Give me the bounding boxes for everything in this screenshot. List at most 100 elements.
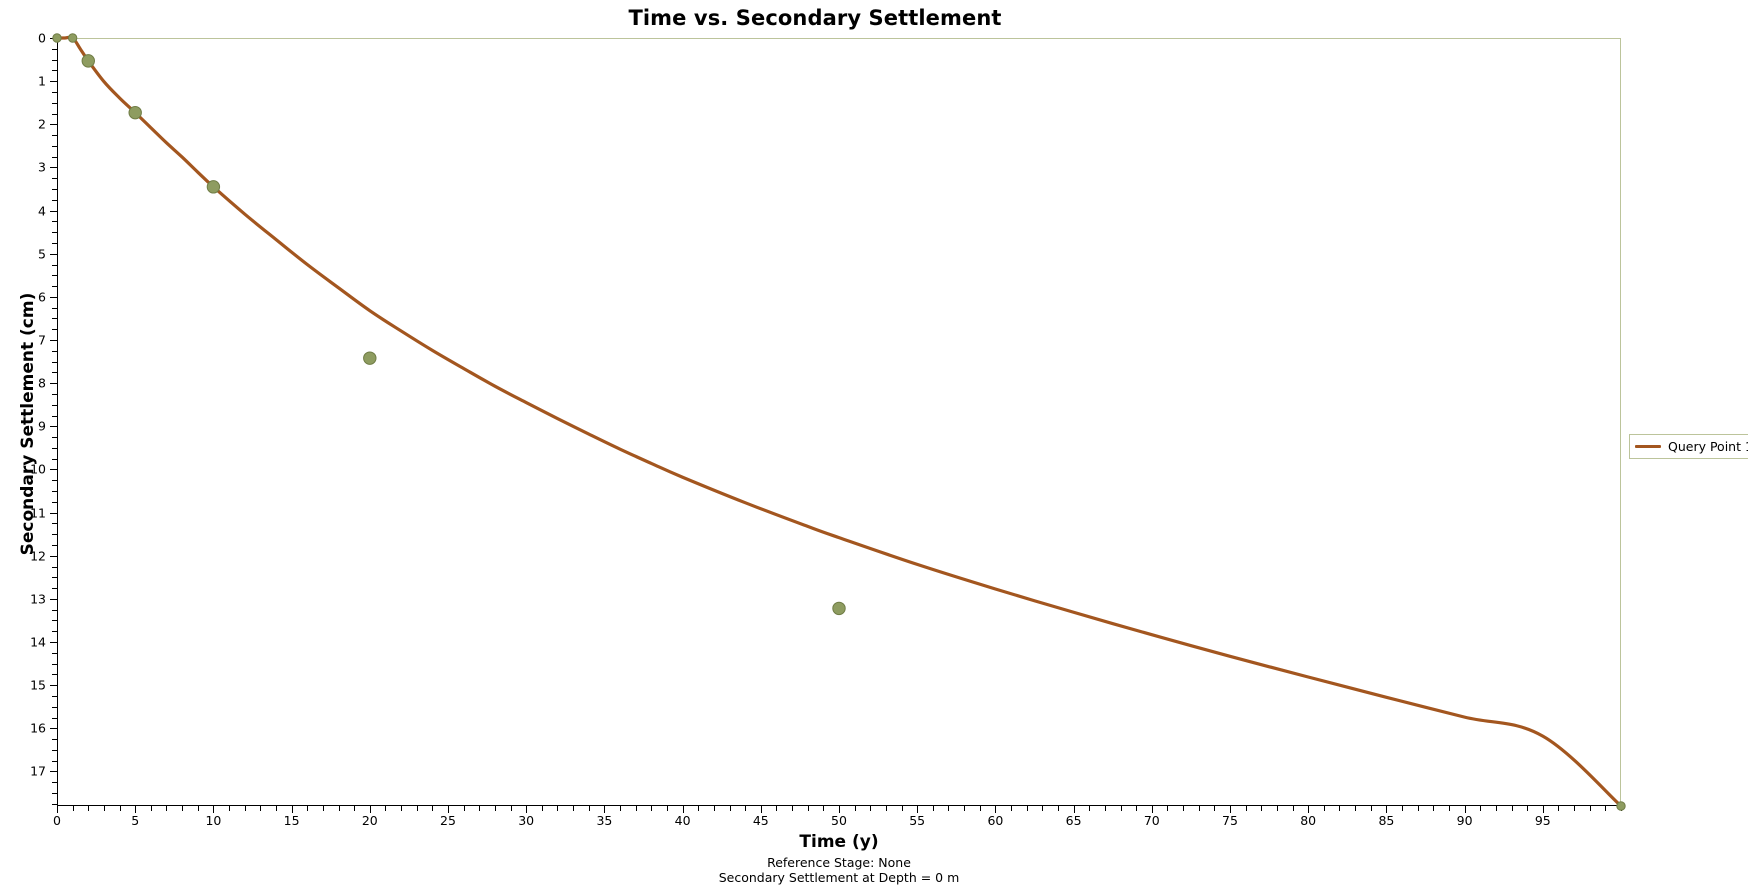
y-axis-tick (50, 771, 57, 773)
y-axis-tick (50, 340, 57, 342)
x-axis-minor-tick (1433, 806, 1435, 811)
x-axis-tick (995, 806, 997, 813)
x-axis-minor-tick (72, 806, 74, 811)
x-axis-minor-tick (1589, 806, 1591, 811)
x-axis-minor-tick (150, 806, 152, 811)
x-axis-minor-tick (823, 806, 825, 811)
x-axis-tick-label: 20 (361, 813, 378, 828)
x-axis-minor-tick (901, 806, 903, 811)
x-axis-minor-tick (1026, 806, 1028, 811)
x-axis-minor-tick (260, 806, 262, 811)
x-axis-tick (1151, 806, 1153, 813)
x-axis-minor-tick (713, 806, 715, 811)
x-axis-tick (1386, 806, 1388, 813)
x-axis-tick (1308, 806, 1310, 813)
x-axis-minor-tick (573, 806, 575, 811)
x-axis-tick-label: 15 (283, 813, 300, 828)
series-marker (1616, 801, 1626, 811)
x-axis-minor-tick (510, 806, 512, 811)
x-axis-minor-tick (1448, 806, 1450, 811)
x-axis-minor-tick (416, 806, 418, 811)
x-axis-minor-tick (666, 806, 668, 811)
y-axis-tick (50, 642, 57, 644)
x-axis-minor-tick (354, 806, 356, 811)
y-axis-tick (50, 728, 57, 730)
x-axis-tick-label: 75 (1222, 813, 1238, 828)
y-axis-title: Secondary Settlement (cm) (18, 292, 38, 556)
x-axis-tick (1542, 806, 1544, 813)
y-axis-tick (50, 426, 57, 428)
y-axis-tick-label: 0 (38, 30, 46, 46)
y-axis-tick (50, 469, 57, 471)
y-axis-tick (50, 296, 57, 298)
x-axis-minor-tick (1355, 806, 1357, 811)
x-axis-tick (135, 806, 137, 813)
x-axis-minor-tick (1042, 806, 1044, 811)
x-axis-minor-tick (103, 806, 105, 811)
x-axis-tick (839, 806, 840, 813)
x-axis-tick (369, 806, 371, 813)
x-axis-tick-label: 0 (53, 813, 61, 828)
x-axis-minor-tick (745, 806, 747, 811)
series-line-query-point-1 (55, 35, 1623, 808)
x-axis-minor-tick (307, 806, 309, 811)
x-axis-minor-tick (1417, 806, 1419, 811)
x-axis-minor-tick (1402, 806, 1404, 811)
x-axis-minor-tick (119, 806, 121, 811)
x-axis-minor-tick (1339, 806, 1341, 811)
x-axis-tick-label: 25 (440, 813, 456, 828)
x-axis-minor-tick (463, 806, 465, 811)
x-axis-minor-tick (1120, 806, 1122, 811)
y-axis-tick-label: 1 (38, 73, 46, 89)
x-axis-tick-label: 60 (987, 813, 1004, 828)
series-marker (206, 180, 221, 194)
y-axis-tick (50, 512, 57, 514)
y-axis-tick-label: 6 (38, 289, 46, 305)
y-axis-tick (50, 383, 57, 385)
x-axis-minor-tick (635, 806, 637, 811)
x-axis-minor-tick (401, 806, 403, 811)
x-axis-tick-label: 35 (596, 813, 613, 828)
x-axis-minor-tick (620, 806, 622, 811)
x-axis-minor-tick (1558, 806, 1560, 811)
x-axis-tick (1230, 806, 1231, 813)
x-axis-minor-tick (698, 806, 700, 811)
y-axis-tick-label: 5 (38, 246, 46, 262)
x-axis-minor-tick (1245, 806, 1247, 811)
x-axis-tick-label: 50 (831, 813, 847, 828)
y-axis-tick-label: 8 (38, 375, 46, 391)
x-axis-minor-tick (541, 806, 543, 811)
x-axis-tick-label: 95 (1534, 813, 1551, 828)
x-axis-minor-tick (1292, 806, 1294, 811)
x-axis-minor-tick (932, 806, 934, 811)
x-axis-minor-tick (197, 806, 199, 811)
x-axis-minor-tick (229, 806, 231, 811)
x-axis-minor-tick (1511, 806, 1513, 811)
x-axis-tick-label: 85 (1378, 813, 1395, 828)
x-axis-tick-label: 10 (205, 813, 222, 828)
x-axis-tick-label: 80 (1300, 813, 1317, 828)
x-axis-tick-label: 65 (1065, 813, 1082, 828)
x-axis-minor-tick (338, 806, 340, 811)
series-plot-layer (52, 33, 1626, 811)
x-axis-tick-label: 5 (131, 813, 140, 828)
chart-title: Time vs. Secondary Settlement (628, 6, 1002, 30)
x-axis-minor-tick (479, 806, 481, 811)
series-marker (128, 105, 142, 120)
y-axis-tick (50, 210, 57, 212)
legend[interactable]: Query Point 1 (1629, 434, 1748, 459)
y-axis-tick (50, 598, 57, 600)
x-axis-tick-label: 30 (518, 813, 535, 828)
x-axis-minor-tick (1136, 806, 1138, 811)
x-axis-minor-tick (776, 806, 778, 811)
y-axis-tick (50, 167, 57, 169)
x-axis-minor-tick (1057, 806, 1059, 811)
x-axis-minor-tick (792, 806, 794, 811)
x-axis-tick (917, 806, 919, 813)
x-axis-minor-tick (1261, 806, 1263, 811)
x-axis-minor-tick (979, 806, 981, 811)
x-axis-minor-tick (1480, 806, 1482, 811)
x-axis-tick (760, 806, 762, 813)
x-axis-minor-tick (1183, 806, 1185, 811)
y-axis-tick (50, 555, 57, 557)
